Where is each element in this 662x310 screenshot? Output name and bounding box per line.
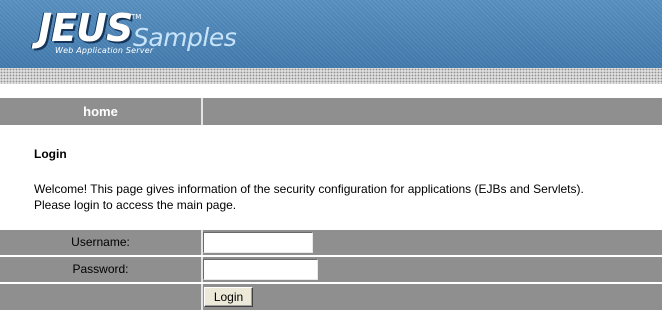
header-banner: JEUS TM Web Application Server Samples bbox=[0, 0, 662, 68]
description-line-2: Please login to access the main page. bbox=[34, 198, 237, 212]
jeus-logo: JEUS bbox=[38, 6, 133, 50]
description-line-1: Welcome! This page gives information of … bbox=[34, 182, 584, 196]
samples-title: Samples bbox=[133, 23, 237, 52]
username-label: Username: bbox=[71, 235, 130, 249]
logo-trademark: TM bbox=[131, 13, 142, 21]
password-input[interactable] bbox=[203, 259, 318, 280]
username-row: Username: bbox=[0, 230, 662, 255]
submit-row: Login bbox=[0, 284, 662, 310]
login-button[interactable]: Login bbox=[204, 287, 253, 307]
nav-divider bbox=[201, 98, 203, 125]
cell-divider bbox=[201, 284, 203, 310]
nav-home-link[interactable]: home bbox=[0, 98, 201, 125]
password-label: Password: bbox=[72, 262, 129, 276]
password-row: Password: bbox=[0, 257, 662, 282]
welcome-description: Welcome! This page gives information of … bbox=[34, 181, 654, 213]
page-title: Login bbox=[34, 147, 67, 161]
dotted-divider bbox=[0, 68, 662, 84]
username-input[interactable] bbox=[203, 232, 313, 253]
nav-bar: home bbox=[0, 98, 662, 125]
